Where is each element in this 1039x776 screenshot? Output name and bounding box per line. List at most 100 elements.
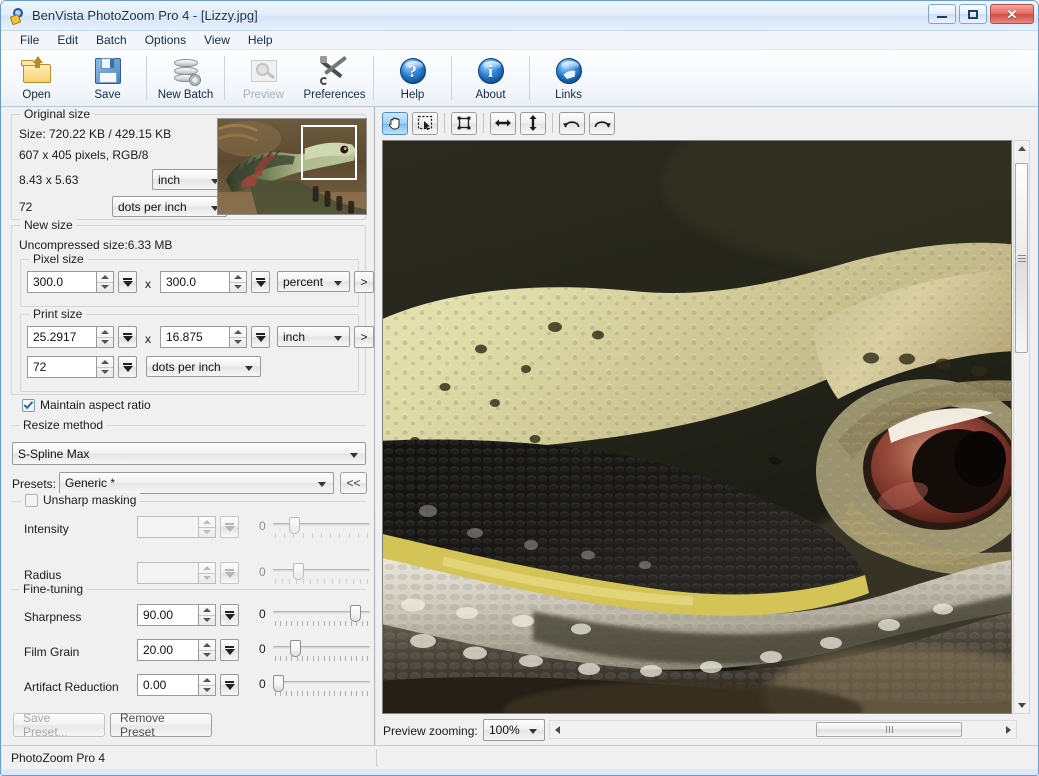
print-width-value[interactable]: 25.2917 xyxy=(33,330,76,344)
menu-batch[interactable]: Batch xyxy=(87,32,136,48)
intensity-slider[interactable] xyxy=(273,516,370,540)
original-unit-combo[interactable]: inch xyxy=(152,169,227,190)
fine-tuning-group-label: Fine-tuning xyxy=(19,582,87,596)
sharpness-reset-button[interactable] xyxy=(220,604,239,626)
scroll-grip-icon xyxy=(886,726,893,733)
scroll-up-button[interactable] xyxy=(1014,141,1029,156)
toolbar-save-button[interactable]: Save xyxy=(72,50,143,106)
slider-thumb[interactable] xyxy=(289,517,300,534)
maximize-button[interactable] xyxy=(959,4,987,24)
film-grain-reset-button[interactable] xyxy=(220,639,239,661)
sharpness-spinner[interactable] xyxy=(199,604,216,626)
close-button[interactable]: ✕ xyxy=(990,4,1034,24)
preview-image-canvas[interactable] xyxy=(382,140,1012,714)
pixel-size-group: Pixel size 300.0 x 300.0 xyxy=(20,259,359,307)
collapse-presets-button[interactable]: << xyxy=(340,472,367,494)
scroll-down-button[interactable] xyxy=(1014,698,1029,713)
slider-thumb[interactable] xyxy=(293,563,304,580)
remove-preset-label: Remove Preset xyxy=(120,711,202,739)
sharpness-min-label: 0 xyxy=(259,607,266,621)
flip-vertical-tool[interactable] xyxy=(520,112,546,135)
sharpness-slider[interactable] xyxy=(273,604,370,628)
menu-help[interactable]: Help xyxy=(239,32,282,48)
print-width-reset-button[interactable] xyxy=(118,326,137,348)
preview-vertical-scrollbar[interactable] xyxy=(1013,140,1030,714)
selection-tool[interactable] xyxy=(412,112,438,135)
sharpness-input[interactable]: 90.00 xyxy=(137,604,199,626)
image-thumbnail[interactable] xyxy=(217,118,367,215)
menu-file[interactable]: File xyxy=(11,32,48,48)
toolbar-links-button[interactable]: Links xyxy=(533,50,604,106)
thumbnail-selection-rect[interactable] xyxy=(301,125,357,180)
new-size-group-label: New size xyxy=(20,218,77,232)
pixel-size-more-button[interactable]: > xyxy=(354,271,374,293)
print-height-spinner[interactable] xyxy=(230,326,247,348)
maintain-aspect-ratio-checkbox[interactable]: Maintain aspect ratio xyxy=(22,398,151,412)
flip-horizontal-tool[interactable] xyxy=(490,112,516,135)
print-resolution-unit-combo[interactable]: dots per inch xyxy=(146,356,261,377)
print-height-reset-button[interactable] xyxy=(251,326,270,348)
radius-slider[interactable] xyxy=(273,562,370,586)
pixel-width-reset-button[interactable] xyxy=(118,271,137,293)
original-resolution-unit-combo[interactable]: dots per inch xyxy=(112,196,227,217)
print-width-spinner[interactable] xyxy=(97,326,114,348)
intensity-spinner xyxy=(199,516,216,538)
film-grain-spinner[interactable] xyxy=(199,639,216,661)
slider-thumb[interactable] xyxy=(350,605,361,622)
globe-orb-icon xyxy=(553,55,585,87)
artifact-reduction-spinner[interactable] xyxy=(199,674,216,696)
print-resolution-value[interactable]: 72 xyxy=(33,360,46,374)
vertical-scroll-thumb[interactable] xyxy=(1015,163,1028,353)
toolbar-preferences-button[interactable]: Preferences xyxy=(299,50,370,106)
presets-combo[interactable]: Generic * xyxy=(59,472,334,494)
toolbar-open-button[interactable]: Open xyxy=(1,50,72,106)
artifact-reduction-slider[interactable] xyxy=(273,674,370,698)
toolbar-separator xyxy=(146,56,147,100)
resize-method-combo[interactable]: S-Spline Max xyxy=(12,442,366,465)
pixel-width-value[interactable]: 300.0 xyxy=(33,275,63,289)
artifact-reduction-input[interactable]: 0.00 xyxy=(137,674,199,696)
scroll-right-button[interactable] xyxy=(1001,721,1016,738)
pixel-height-reset-button[interactable] xyxy=(251,271,270,293)
toolbar-help-button[interactable]: ? Help xyxy=(377,50,448,106)
save-preset-label: Save Preset... xyxy=(23,711,95,739)
menu-options[interactable]: Options xyxy=(136,32,195,48)
check-icon xyxy=(24,399,34,409)
menu-bar: File Edit Batch Options View Help xyxy=(1,31,1038,50)
presets-value: Generic * xyxy=(65,476,115,490)
slider-thumb[interactable] xyxy=(273,675,284,692)
print-unit-combo[interactable]: inch xyxy=(277,326,350,347)
slider-thumb[interactable] xyxy=(290,640,301,657)
rotate-left-tool[interactable] xyxy=(559,112,585,135)
film-grain-input[interactable]: 20.00 xyxy=(137,639,199,661)
film-grain-slider[interactable] xyxy=(273,639,370,663)
toolbar-new-batch-button[interactable]: New Batch xyxy=(150,50,221,106)
preview-horizontal-scrollbar[interactable] xyxy=(549,720,1017,739)
print-unit-value: inch xyxy=(283,330,305,344)
print-height-value[interactable]: 16.875 xyxy=(166,330,203,344)
print-resolution-spinner[interactable] xyxy=(97,356,114,378)
artifact-reduction-reset-button[interactable] xyxy=(220,674,239,696)
crop-tool[interactable] xyxy=(451,112,477,135)
menu-view[interactable]: View xyxy=(195,32,239,48)
minimize-button[interactable] xyxy=(928,4,956,24)
pixel-height-value[interactable]: 300.0 xyxy=(166,275,196,289)
slider-ticks xyxy=(275,579,368,585)
remove-preset-button[interactable]: Remove Preset xyxy=(110,713,212,737)
status-separator xyxy=(376,749,377,767)
horizontal-scroll-thumb[interactable] xyxy=(816,722,962,737)
pixel-height-spinner[interactable] xyxy=(230,271,247,293)
rotate-right-tool[interactable] xyxy=(589,112,615,135)
resize-method-group-label: Resize method xyxy=(19,418,107,432)
hand-tool[interactable] xyxy=(382,112,408,135)
pixel-width-spinner[interactable] xyxy=(97,271,114,293)
unsharp-masking-checkbox[interactable]: Unsharp masking xyxy=(21,493,140,507)
print-resolution-reset-button[interactable] xyxy=(118,356,137,378)
preview-toolbar xyxy=(376,107,1038,139)
pixel-unit-combo[interactable]: percent xyxy=(277,271,350,292)
toolbar-about-button[interactable]: i About xyxy=(455,50,526,106)
print-size-more-button[interactable]: > xyxy=(354,326,374,348)
preview-zoom-combo[interactable]: 100% xyxy=(483,719,545,741)
menu-edit[interactable]: Edit xyxy=(48,32,87,48)
scroll-left-button[interactable] xyxy=(550,721,565,738)
